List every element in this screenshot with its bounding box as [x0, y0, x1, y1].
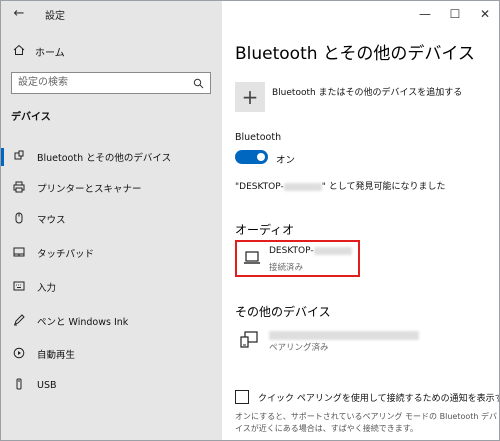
- sidebar-item-label: マウス: [37, 215, 66, 226]
- sidebar-item-bluetooth[interactable]: Bluetooth とその他のデバイス: [1, 147, 222, 167]
- sidebar-item-label: 自動再生: [37, 350, 76, 361]
- swift-pair-checkbox[interactable]: [235, 390, 249, 404]
- other-devices-heading: その他のデバイス: [235, 305, 331, 319]
- back-button[interactable]: ←: [9, 4, 29, 24]
- sidebar-item-home[interactable]: ホーム: [11, 41, 65, 61]
- minimize-button[interactable]: —: [415, 4, 435, 24]
- page-title: Bluetooth とその他のデバイス: [235, 44, 475, 64]
- device-icon: [239, 331, 259, 349]
- bluetooth-icon: [11, 150, 27, 165]
- sidebar-item-autoplay[interactable]: 自動再生: [1, 344, 222, 364]
- add-device-label[interactable]: Bluetooth またはその他のデバイスを追加する: [272, 85, 462, 98]
- redacted-name: [283, 182, 322, 191]
- sidebar-item-usb[interactable]: USB: [1, 375, 222, 395]
- mouse-icon: [11, 212, 27, 227]
- redacted-device-name: [269, 331, 419, 340]
- audio-heading: オーディオ: [235, 223, 295, 237]
- back-arrow-icon: ←: [13, 6, 25, 21]
- content-pane: Bluetooth とその他のデバイス + Bluetooth またはその他のデ…: [222, 1, 499, 440]
- close-icon: ✕: [479, 7, 491, 21]
- sidebar-item-label: ホーム: [35, 47, 65, 59]
- sidebar-item-label: プリンターとスキャナー: [37, 184, 142, 195]
- other-device-item[interactable]: ペアリング済み: [235, 323, 495, 359]
- sidebar-item-label: 入力: [37, 283, 57, 294]
- keyboard-icon: [11, 280, 27, 295]
- bluetooth-toggle[interactable]: [235, 150, 268, 164]
- discover-suffix: " として発見可能になりました: [321, 182, 446, 192]
- close-button[interactable]: ✕: [475, 4, 495, 24]
- toggle-knob: [257, 153, 265, 161]
- toggle-state-label: オン: [276, 155, 296, 166]
- sidebar-item-label: ペンと Windows Ink: [37, 317, 129, 328]
- printer-icon: [11, 181, 27, 196]
- sidebar-item-typing[interactable]: 入力: [1, 277, 222, 297]
- redacted-name: [313, 246, 352, 255]
- bluetooth-label: Bluetooth: [235, 132, 282, 143]
- sidebar-item-label: USB: [37, 379, 57, 391]
- other-device-status: ペアリング済み: [269, 343, 329, 353]
- home-icon: [11, 44, 27, 59]
- sidebar-item-printers[interactable]: プリンターとスキャナー: [1, 178, 222, 198]
- sidebar-item-touchpad[interactable]: タッチパッド: [1, 243, 222, 263]
- plus-icon: +: [241, 85, 259, 109]
- pen-icon: [11, 313, 27, 329]
- window-title: 設定: [45, 11, 65, 22]
- active-indicator: [1, 148, 4, 166]
- search-icon[interactable]: [193, 73, 204, 96]
- section-label: デバイス: [11, 112, 51, 123]
- usb-icon: [11, 378, 27, 393]
- autoplay-icon: [11, 347, 27, 362]
- sidebar-item-label: タッチパッド: [37, 249, 95, 260]
- discover-prefix: "DESKTOP-: [235, 182, 284, 192]
- laptop-icon: [243, 250, 261, 266]
- search-input[interactable]: 設定の検索: [11, 72, 211, 94]
- touchpad-icon: [11, 246, 27, 261]
- sidebar-item-mouse[interactable]: マウス: [1, 209, 222, 229]
- swift-pair-label[interactable]: クイック ペアリングを使用して接続するための通知を表示する: [258, 391, 499, 404]
- audio-device-name: DESKTOP-: [269, 246, 352, 256]
- swift-pair-note: オンにすると、サポートされているペアリング モードの Bluetooth デバイ…: [235, 412, 497, 433]
- audio-device-status: 接続済み: [269, 263, 304, 273]
- sidebar: ホーム 設定の検索 デバイス Bluetooth とその他のデバイス プリンター…: [1, 1, 222, 440]
- sidebar-item-label: Bluetooth とその他のデバイス: [37, 153, 172, 164]
- title-bar: ← 設定 — ☐ ✕: [1, 1, 499, 27]
- search-placeholder: 設定の検索: [18, 77, 68, 88]
- discoverable-text: "DESKTOP- " として発見可能になりました: [235, 179, 445, 192]
- maximize-icon: ☐: [449, 7, 461, 21]
- add-device-button[interactable]: +: [235, 82, 265, 112]
- settings-window: ホーム 設定の検索 デバイス Bluetooth とその他のデバイス プリンター…: [0, 0, 500, 441]
- maximize-button[interactable]: ☐: [445, 4, 465, 24]
- minimize-icon: —: [419, 7, 431, 21]
- audio-device-item[interactable]: DESKTOP- 接続済み: [235, 240, 360, 277]
- sidebar-item-pen[interactable]: ペンと Windows Ink: [1, 311, 222, 331]
